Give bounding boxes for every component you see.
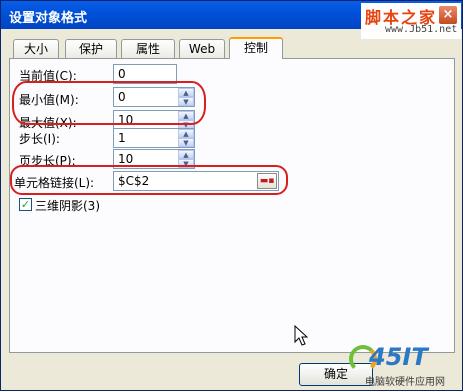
- tab-size[interactable]: 大小: [13, 39, 59, 58]
- site-logo-watermark: 45IT 电脑软硬件应用网: [341, 341, 463, 391]
- step-text: 1: [118, 131, 126, 145]
- page-step-label: 页步长(P):: [19, 154, 76, 168]
- watermark-logo-text: 45IT: [369, 343, 428, 371]
- spin-up-icon[interactable]: ▲: [178, 129, 194, 138]
- range-select-icon: ▬▪: [259, 176, 275, 186]
- spin-up-icon[interactable]: ▲: [178, 88, 194, 97]
- max-value-field[interactable]: 10 ▲ ▼: [113, 110, 195, 130]
- spin-down-icon[interactable]: ▼: [178, 159, 194, 168]
- format-object-dialog: 设置对象格式 脚本之家 www.Jb51.net × 大小 保护 属性 Web …: [0, 0, 463, 391]
- cell-link-label: 单元格链接(L):: [14, 176, 95, 190]
- cell-link-field[interactable]: $C$2 ▬▪: [113, 171, 279, 191]
- watermark-subtitle: 电脑软硬件应用网: [365, 377, 445, 388]
- spin-up-icon[interactable]: ▲: [178, 150, 194, 159]
- tab-protection[interactable]: 保护: [65, 39, 117, 58]
- tab-control[interactable]: 控制: [229, 37, 283, 59]
- step-field[interactable]: 1 ▲ ▼: [113, 128, 195, 148]
- watermark-url: www.Jb51.net: [385, 24, 458, 35]
- page-step-spinner[interactable]: ▲ ▼: [178, 150, 194, 168]
- close-icon: ×: [442, 7, 454, 22]
- shading-3d-label: 三维阴影(3): [35, 199, 100, 213]
- collapse-dialog-button[interactable]: ▬▪: [257, 173, 277, 189]
- window-title: 设置对象格式: [9, 11, 88, 26]
- cell-link-text: $C$2: [118, 174, 150, 188]
- spin-down-icon[interactable]: ▼: [178, 97, 194, 106]
- shading-3d-checkbox[interactable]: ✓: [19, 198, 32, 211]
- spin-down-icon[interactable]: ▼: [178, 138, 194, 147]
- min-value-field[interactable]: 0 ▲ ▼: [113, 87, 195, 107]
- current-value-field[interactable]: 0: [113, 64, 177, 84]
- max-value-text: 10: [118, 113, 134, 127]
- page-step-field[interactable]: 10 ▲ ▼: [113, 149, 195, 169]
- spin-up-icon[interactable]: ▲: [178, 111, 194, 120]
- step-label: 步长(I):: [19, 132, 60, 146]
- step-spinner[interactable]: ▲ ▼: [178, 129, 194, 147]
- page-step-text: 10: [118, 152, 134, 166]
- min-value-label: 最小值(M):: [19, 93, 79, 107]
- tab-web[interactable]: Web: [179, 39, 225, 58]
- tab-bar: 大小 保护 属性 Web 控制: [9, 37, 457, 59]
- current-value-text: 0: [118, 67, 126, 81]
- max-value-spinner[interactable]: ▲ ▼: [178, 111, 194, 129]
- close-button[interactable]: ×: [438, 5, 458, 25]
- current-value-label: 当前值(C):: [19, 69, 77, 83]
- min-value-spinner[interactable]: ▲ ▼: [178, 88, 194, 106]
- mouse-cursor-icon: [294, 325, 308, 346]
- max-value-label: 最大值(X):: [19, 116, 77, 130]
- min-value-text: 0: [118, 90, 126, 104]
- tab-properties[interactable]: 属性: [121, 39, 175, 58]
